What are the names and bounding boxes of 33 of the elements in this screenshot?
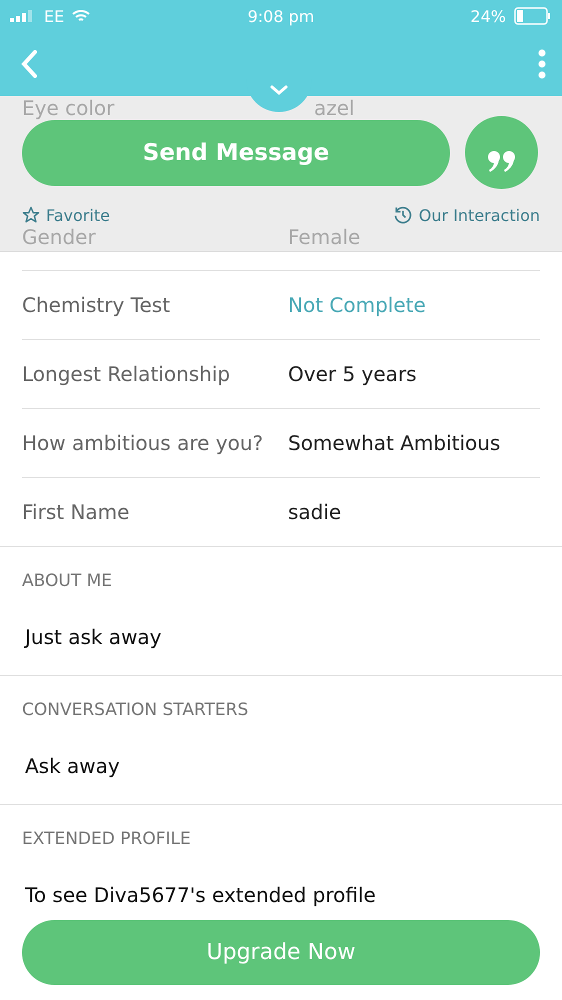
detail-label: Chemistry Test	[22, 293, 172, 317]
section-text: Just ask away	[25, 625, 163, 649]
battery-percent: 24%	[470, 6, 506, 26]
detail-label: First Name	[22, 500, 130, 524]
carrier: EE	[44, 6, 64, 26]
interaction-link[interactable]: Our Interaction	[392, 205, 540, 225]
chevron-down-icon	[269, 84, 289, 96]
detail-value: Over 5 years	[288, 362, 417, 386]
back-icon[interactable]	[20, 49, 38, 79]
detail-link[interactable]: Not Complete	[288, 293, 426, 317]
clock: 9:08 pm	[248, 6, 314, 26]
section-heading: ABOUT ME	[22, 571, 114, 591]
detail-value: Somewhat Ambitious	[288, 431, 500, 455]
detail-label: Longest Relationship	[22, 362, 232, 386]
star-icon	[22, 206, 40, 224]
section-text: To see Diva5677's extended profile	[25, 883, 377, 907]
section-heading: CONVERSATION STARTERS	[22, 700, 250, 720]
faded-label: Gender	[22, 225, 97, 249]
section-text: Ask away	[25, 754, 121, 778]
faded-value: Female	[288, 225, 360, 249]
wifi-icon	[72, 10, 90, 22]
favorite-link[interactable]: Favorite	[22, 205, 110, 225]
faded-label: Eye color	[22, 96, 116, 120]
battery-icon	[514, 7, 552, 25]
detail-value: sadie	[288, 500, 342, 524]
history-icon	[392, 205, 413, 225]
quote-icon	[486, 150, 516, 174]
section-heading: EXTENDED PROFILE	[22, 829, 192, 849]
send-message-button[interactable]: Send Message	[22, 120, 450, 186]
faded-value: azel	[314, 96, 355, 120]
detail-label: How ambitious are you?	[22, 431, 264, 455]
upgrade-button[interactable]: Upgrade Now	[22, 920, 540, 985]
more-icon[interactable]	[538, 49, 546, 79]
